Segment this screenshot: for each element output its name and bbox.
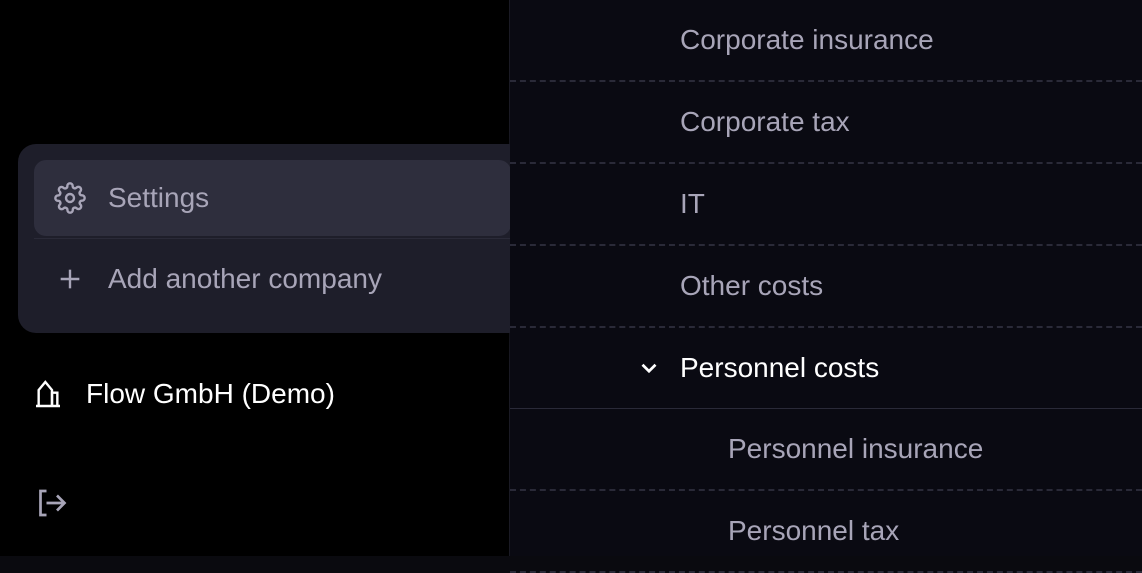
category-label: IT — [680, 188, 705, 220]
category-label: Corporate tax — [680, 106, 850, 138]
category-item-corporate-tax[interactable]: Corporate tax — [510, 82, 1142, 164]
category-item-personnel-tax[interactable]: Personnel tax — [510, 491, 1142, 573]
company-selector[interactable]: Flow GmbH (Demo) — [32, 378, 335, 410]
category-label: Personnel tax — [728, 515, 899, 547]
category-item-corporate-insurance[interactable]: Corporate insurance — [510, 0, 1142, 82]
menu-divider — [34, 238, 511, 239]
categories-panel: Corporate insurance Corporate tax IT Oth… — [510, 0, 1142, 556]
category-item-other-costs[interactable]: Other costs — [510, 246, 1142, 328]
settings-menu-item[interactable]: Settings — [34, 160, 511, 236]
add-company-menu-item[interactable]: Add another company — [34, 241, 511, 317]
category-label: Personnel costs — [680, 352, 879, 384]
category-item-personnel-costs[interactable]: Personnel costs — [510, 328, 1142, 409]
plus-icon — [54, 263, 86, 295]
category-item-it[interactable]: IT — [510, 164, 1142, 246]
category-label: Personnel insurance — [728, 433, 983, 465]
company-name-label: Flow GmbH (Demo) — [86, 378, 335, 410]
category-label: Corporate insurance — [680, 24, 934, 56]
add-company-label: Add another company — [108, 263, 382, 295]
category-label: Other costs — [680, 270, 823, 302]
gear-icon — [54, 182, 86, 214]
settings-label: Settings — [108, 182, 209, 214]
category-item-personnel-insurance[interactable]: Personnel insurance — [510, 409, 1142, 491]
company-popup-menu: Settings Add another company — [18, 144, 527, 333]
chevron-down-icon — [636, 355, 662, 381]
left-sidebar: Settings Add another company Flow GmbH (… — [0, 0, 510, 556]
building-icon — [32, 378, 64, 410]
logout-icon — [33, 485, 69, 521]
logout-button[interactable] — [32, 484, 70, 522]
